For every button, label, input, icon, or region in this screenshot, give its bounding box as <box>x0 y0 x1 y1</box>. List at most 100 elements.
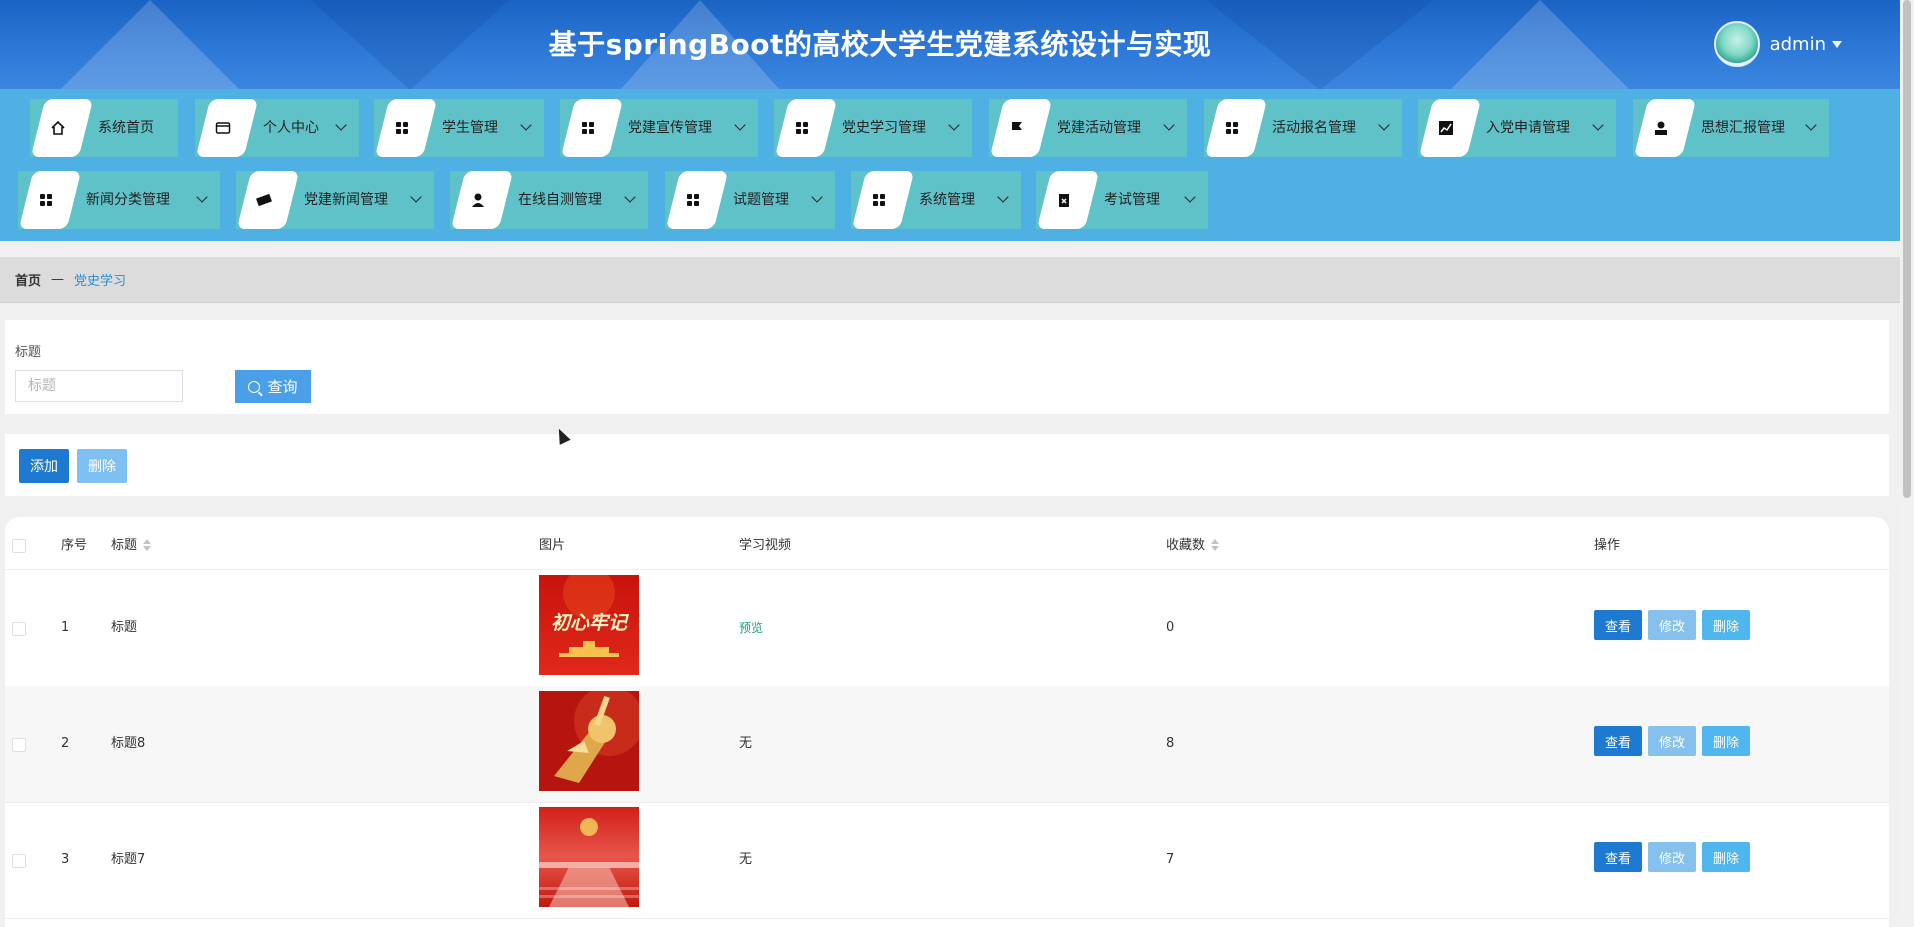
nav-item-label: 活动报名管理 <box>1272 120 1356 136</box>
nav-item-7[interactable]: 活动报名管理 <box>1204 99 1402 157</box>
row-video: 无 <box>739 852 753 867</box>
chevron-down-icon <box>1378 119 1390 131</box>
nav-item-label: 党建新闻管理 <box>304 192 388 208</box>
nav-item-label: 系统管理 <box>919 192 975 208</box>
grid-icon <box>1222 118 1242 138</box>
nav-item-label: 思想汇报管理 <box>1701 120 1785 136</box>
row-video: 无 <box>739 736 753 751</box>
chevron-down-icon <box>1184 191 1196 203</box>
edit-button[interactable]: 修改 <box>1648 726 1696 756</box>
nav-item-label: 党史学习管理 <box>842 120 926 136</box>
action-panel: 添加 删除 <box>5 434 1889 496</box>
chevron-down-icon <box>624 191 636 203</box>
nav-item-15[interactable]: 考试管理 <box>1036 171 1208 229</box>
home-icon <box>48 118 68 138</box>
row-index: 3 <box>61 852 70 867</box>
page-scrollbar[interactable] <box>1900 0 1914 914</box>
row-index: 1 <box>61 620 70 635</box>
video-preview-link[interactable]: 预览 <box>739 619 763 637</box>
nav-item-label: 入党申请管理 <box>1486 120 1570 136</box>
nav-item-label: 党建宣传管理 <box>628 120 712 136</box>
row-checkbox[interactable] <box>12 622 26 636</box>
chevron-down-icon <box>520 119 532 131</box>
stage-image <box>539 807 639 907</box>
row-checkbox[interactable] <box>12 738 26 752</box>
bulk-delete-button[interactable]: 删除 <box>77 449 127 483</box>
row-favorites: 8 <box>1166 736 1175 751</box>
chevron-down-icon <box>948 119 960 131</box>
nav-item-4[interactable]: 党建宣传管理 <box>560 99 758 157</box>
delete-button[interactable]: 删除 <box>1702 726 1750 756</box>
view-button[interactable]: 查看 <box>1594 842 1642 872</box>
row-checkbox[interactable] <box>12 854 26 868</box>
sort-icon[interactable] <box>143 538 152 551</box>
delete-button[interactable]: 删除 <box>1702 610 1750 640</box>
view-button[interactable]: 查看 <box>1594 610 1642 640</box>
nav-item-1[interactable]: 系统首页 <box>30 99 178 157</box>
nav-item-6[interactable]: 党建活动管理 <box>989 99 1187 157</box>
nav-item-14[interactable]: 系统管理 <box>851 171 1021 229</box>
chevron-down-icon <box>997 191 1009 203</box>
nav-item-12[interactable]: 在线自测管理 <box>450 171 648 229</box>
clipboard-icon <box>1054 190 1074 210</box>
nav-item-label: 个人中心 <box>263 120 319 136</box>
nav-item-10[interactable]: 新闻分类管理 <box>18 171 220 229</box>
row-title: 标题 <box>111 620 138 635</box>
nav-item-3[interactable]: 学生管理 <box>374 99 544 157</box>
grid-icon <box>683 190 703 210</box>
delete-button[interactable]: 删除 <box>1702 842 1750 872</box>
top-header: 基于springBoot的高校大学生党建系统设计与实现 admin <box>0 0 1900 89</box>
chevron-down-icon <box>196 191 208 203</box>
edit-button[interactable]: 修改 <box>1648 842 1696 872</box>
col-favorites[interactable]: 收藏数 <box>1166 517 1220 569</box>
sort-icon[interactable] <box>1211 538 1220 551</box>
search-button[interactable]: 查询 <box>235 370 311 403</box>
nav-item-label: 在线自测管理 <box>518 192 602 208</box>
select-all-checkbox[interactable] <box>12 539 26 553</box>
nav-item-label: 考试管理 <box>1104 192 1160 208</box>
view-button[interactable]: 查看 <box>1594 726 1642 756</box>
col-ops: 操作 <box>1594 538 1621 553</box>
caret-down-icon[interactable] <box>1832 40 1842 48</box>
flag-icon <box>1007 118 1027 138</box>
wallet-icon <box>213 118 233 138</box>
nav-item-label: 试题管理 <box>733 192 789 208</box>
nav-item-8[interactable]: 入党申请管理 <box>1418 99 1616 157</box>
breadcrumb: 首页 — 党史学习 <box>0 257 1900 303</box>
col-index: 序号 <box>61 538 88 553</box>
title-search-input[interactable] <box>15 370 183 402</box>
nav-item-label: 党建活动管理 <box>1057 120 1141 136</box>
avatar[interactable] <box>1713 21 1760 67</box>
nav-item-11[interactable]: 党建新闻管理 <box>236 171 434 229</box>
nav-item-9[interactable]: 思想汇报管理 <box>1633 99 1829 157</box>
breadcrumb-separator: — <box>51 272 65 287</box>
col-title[interactable]: 标题 <box>111 517 152 569</box>
table-row: 2 标题8 无 8 查看 修改 删除 <box>5 686 1889 803</box>
grid-icon <box>578 118 598 138</box>
scrollbar-thumb[interactable] <box>1903 0 1911 498</box>
ticket-icon <box>254 190 274 210</box>
user-menu[interactable]: admin <box>1713 21 1842 67</box>
chevron-down-icon <box>1592 119 1604 131</box>
nav-item-5[interactable]: 党史学习管理 <box>774 99 972 157</box>
grid-icon <box>392 118 412 138</box>
user-icon <box>1651 118 1671 138</box>
nav-item-2[interactable]: 个人中心 <box>195 99 359 157</box>
username[interactable]: admin <box>1770 34 1826 55</box>
row-title: 标题8 <box>111 736 146 751</box>
add-button[interactable]: 添加 <box>19 449 69 483</box>
chevron-down-icon <box>335 119 347 131</box>
chevron-down-icon <box>1805 119 1817 131</box>
nav-item-label: 系统首页 <box>98 120 154 136</box>
col-favorites-label: 收藏数 <box>1166 538 1206 553</box>
edit-button[interactable]: 修改 <box>1648 610 1696 640</box>
row-image <box>539 807 639 907</box>
main-nav: 系统首页 个人中心 学生管理 党建宣传管理 党史学习管理 党建活动管理 活动报名管理 入党申请… <box>0 89 1900 241</box>
nav-item-label: 学生管理 <box>442 120 498 136</box>
chevron-down-icon <box>811 191 823 203</box>
breadcrumb-home[interactable]: 首页 <box>15 270 41 289</box>
study-poster-image: 初心牢记 <box>539 575 639 675</box>
nav-item-13[interactable]: 试题管理 <box>665 171 835 229</box>
search-icon <box>248 380 261 393</box>
person-icon <box>468 190 488 210</box>
